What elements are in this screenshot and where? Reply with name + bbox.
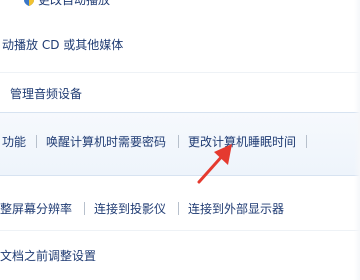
right-edge-shade (354, 0, 360, 280)
separator (178, 135, 179, 148)
presentation-settings-link[interactable]: 文档之前调整设置 (0, 248, 96, 264)
power-function-link[interactable]: 功能 (2, 134, 26, 150)
manage-audio-devices-link[interactable]: 管理音频设备 (10, 86, 82, 102)
separator (306, 135, 307, 148)
separator (84, 202, 85, 215)
autoplay-settings-link[interactable]: 更改自动播放 (38, 0, 110, 8)
red-arrow-icon (197, 144, 232, 184)
separator (178, 202, 179, 215)
shield-icon (22, 0, 36, 7)
divider (0, 72, 360, 73)
connect-external-display-link[interactable]: 连接到外部显示器 (188, 201, 284, 217)
autoplay-media-link[interactable]: 动播放 CD 或其他媒体 (2, 37, 123, 53)
wake-password-link[interactable]: 唤醒计算机时需要密码 (46, 134, 166, 150)
divider (0, 230, 360, 231)
screen-resolution-link[interactable]: 整屏幕分辨率 (0, 201, 72, 217)
connect-projector-link[interactable]: 连接到投影仪 (94, 201, 166, 217)
separator (36, 135, 37, 148)
